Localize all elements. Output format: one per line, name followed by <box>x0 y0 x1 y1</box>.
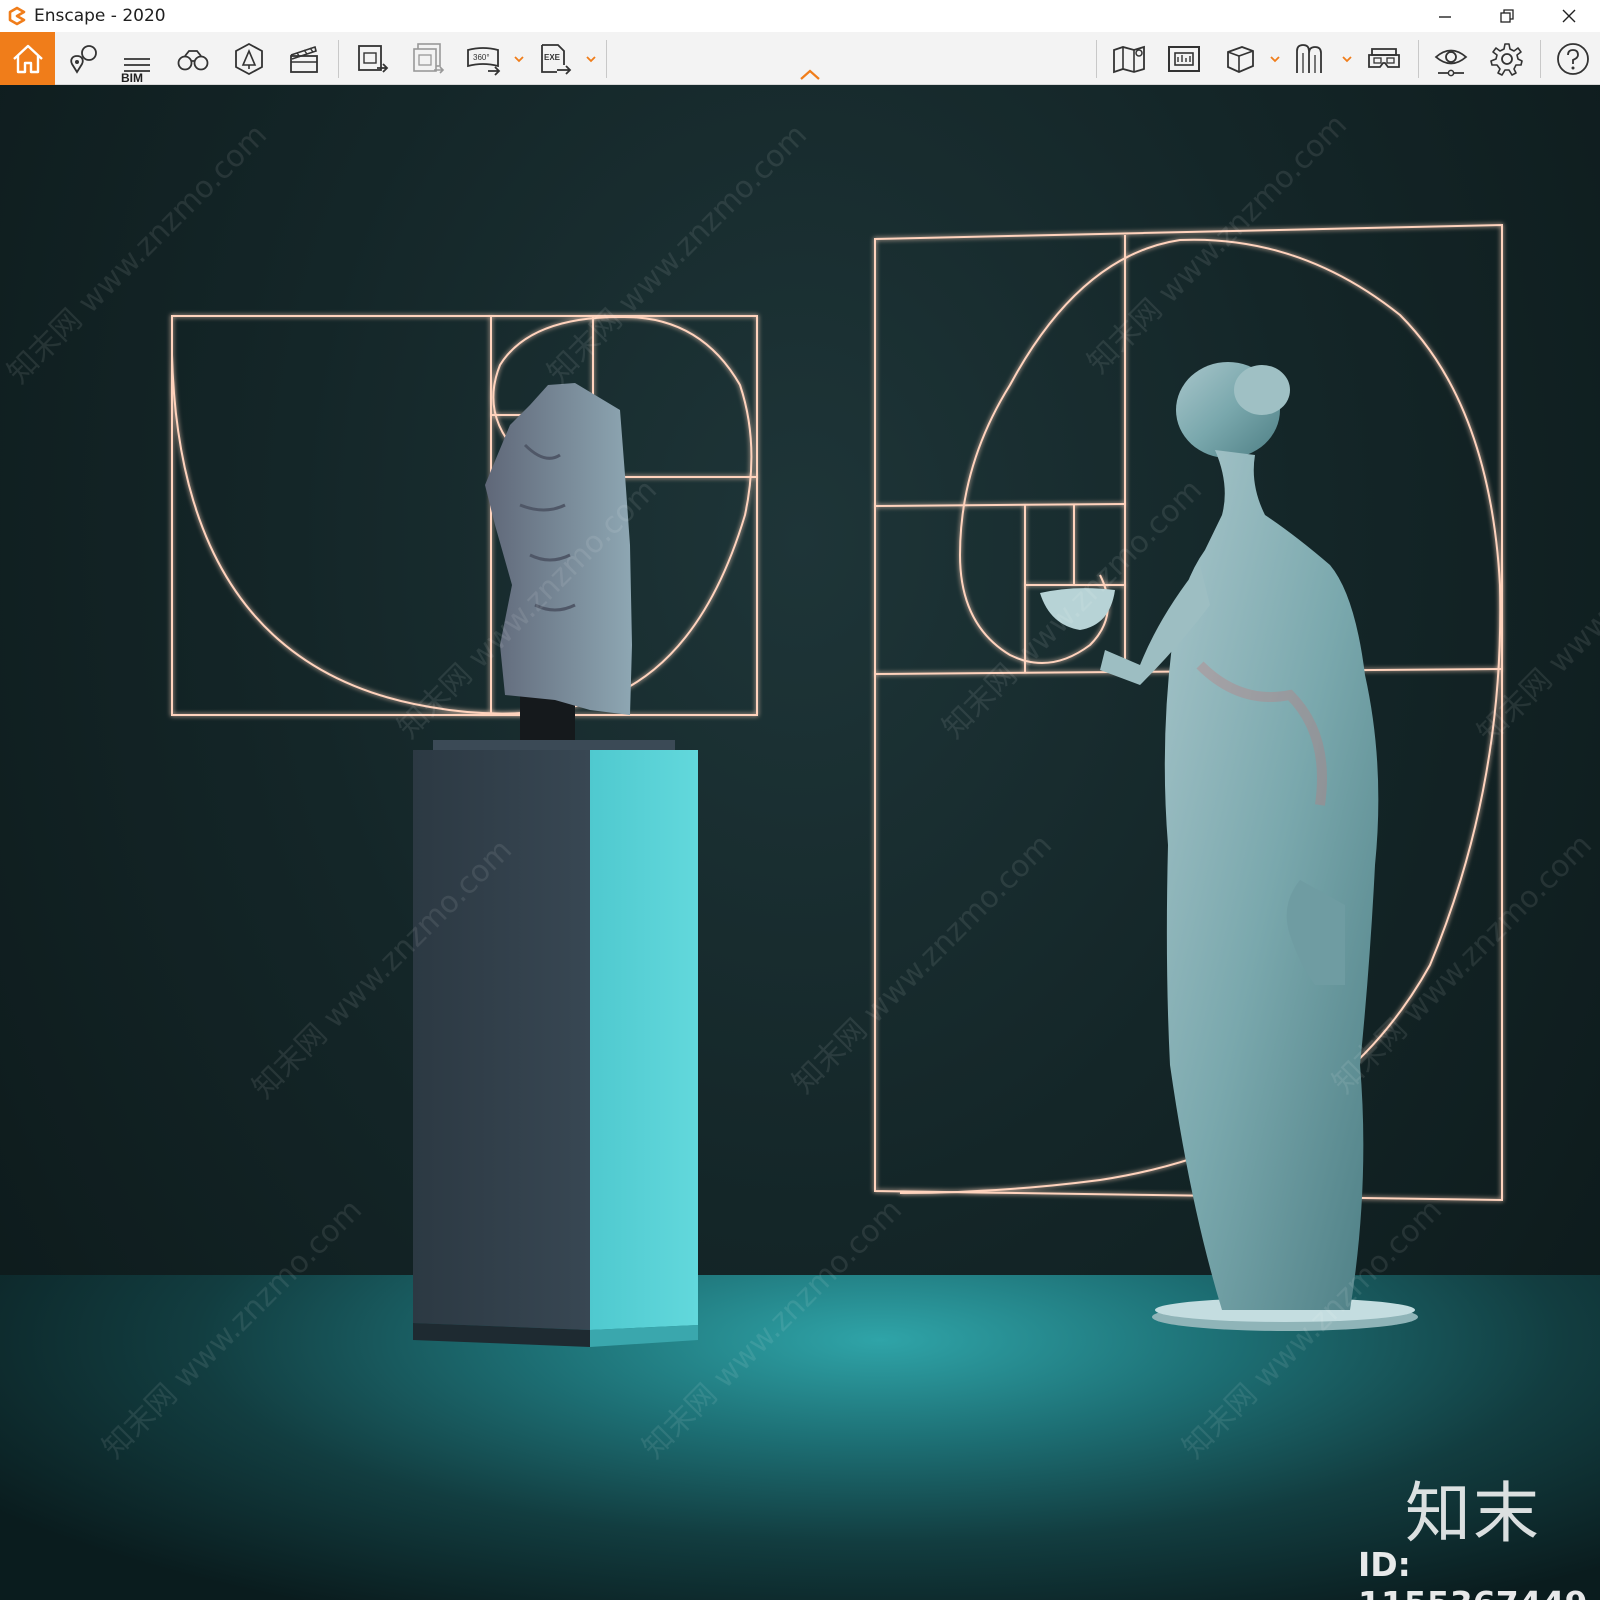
enscape-window: Enscape - 2020 BIM 360° EXE 知末网 www.znzm… <box>0 0 1600 1600</box>
toolbar-separator <box>1418 40 1419 78</box>
bim-label: BIM <box>121 71 143 85</box>
collapse-toolbar-icon[interactable] <box>797 68 823 82</box>
exe-export-button[interactable]: EXE <box>532 36 578 82</box>
home-button[interactable] <box>0 32 55 85</box>
panorama-button[interactable]: 360° <box>461 36 507 82</box>
toolbar-separator <box>1540 40 1541 78</box>
batch-render-button[interactable] <box>405 36 451 82</box>
help-button[interactable] <box>1550 36 1596 82</box>
restore-icon <box>1500 9 1514 23</box>
export-360-panorama-icon: 360° <box>467 47 501 76</box>
goddess-statue <box>1040 362 1418 1331</box>
exe-dropdown-caret[interactable] <box>584 52 598 66</box>
image-id-watermark: ID: 1155367449 <box>1358 1545 1588 1600</box>
visual-settings-icon <box>1434 49 1468 77</box>
home-icon <box>12 44 43 73</box>
screenshot-gallery-icon <box>1168 46 1200 72</box>
restore-button[interactable] <box>1476 0 1538 32</box>
clapperboard-icon <box>290 45 318 73</box>
walk-mode-button[interactable] <box>170 36 216 82</box>
map-button[interactable] <box>1106 36 1152 82</box>
help-icon <box>1557 43 1589 75</box>
views-list-dropdown-caret[interactable] <box>1340 52 1354 66</box>
svg-text:知末网 www.znzmo.com: 知末网 www.znzmo.com <box>1471 478 1600 751</box>
svg-text:360°: 360° <box>473 53 490 62</box>
close-button[interactable] <box>1538 0 1600 32</box>
title-bar: Enscape - 2020 <box>0 0 1600 32</box>
toolbar-separator <box>1096 40 1097 78</box>
binoculars-icon <box>177 50 209 71</box>
minimize-icon <box>1439 16 1451 18</box>
export-screenshot-icon <box>358 45 389 73</box>
toolbar-separator <box>606 40 607 78</box>
location-button[interactable] <box>60 36 106 82</box>
views-dropdown-caret[interactable] <box>1268 52 1282 66</box>
views-cube-button[interactable] <box>1217 36 1263 82</box>
rendered-scene: 知末网 www.znzmo.com 知末网 www.znzmo.com 知末网 … <box>1 108 1600 1466</box>
toolbar-separator <box>338 40 339 78</box>
vr-headset-button[interactable] <box>1361 36 1407 82</box>
gallery-button[interactable] <box>1161 36 1207 82</box>
asset-library-icon <box>235 42 263 76</box>
batch-render-icon <box>413 43 445 74</box>
asset-library-button[interactable] <box>226 36 272 82</box>
location-pin-icon <box>70 45 97 74</box>
cube-view-icon <box>1227 46 1254 73</box>
export-exe-icon: EXE <box>541 44 572 75</box>
minimize-button[interactable] <box>1414 0 1476 32</box>
svg-text:知末网 www.znzmo.com: 知末网 www.znzmo.com <box>786 828 1059 1101</box>
window-controls <box>1414 0 1600 32</box>
render-viewport[interactable]: 知末网 www.znzmo.com 知末网 www.znzmo.com 知末网 … <box>0 85 1600 1600</box>
panorama-dropdown-caret[interactable] <box>512 52 526 66</box>
svg-text:EXE: EXE <box>544 53 561 62</box>
enscape-logo-icon <box>6 5 28 27</box>
close-icon <box>1562 9 1576 23</box>
main-toolbar: BIM 360° EXE <box>0 32 1600 85</box>
views-button[interactable] <box>1288 36 1334 82</box>
views-icon <box>1296 44 1322 73</box>
visual-settings-button[interactable] <box>1428 36 1474 82</box>
screenshot-button[interactable] <box>350 36 396 82</box>
svg-text:知末网 www.znzmo.com: 知末网 www.znzmo.com <box>541 118 814 391</box>
brand-watermark: 知末 <box>1405 1475 1541 1552</box>
map-icon <box>1113 45 1145 74</box>
window-title: Enscape - 2020 <box>34 6 166 26</box>
vr-headset-icon <box>1368 48 1400 68</box>
pedestal <box>413 740 698 1347</box>
settings-button[interactable] <box>1484 36 1530 82</box>
video-editor-button[interactable] <box>281 36 327 82</box>
svg-text:知末网 www.znzmo.com: 知末网 www.znzmo.com <box>96 1193 369 1466</box>
svg-text:知末网 www.znzmo.com: 知末网 www.znzmo.com <box>1 118 274 391</box>
svg-text:知末网 www.znzmo.com: 知末网 www.znzmo.com <box>1081 108 1354 381</box>
settings-gear-icon <box>1490 43 1523 76</box>
